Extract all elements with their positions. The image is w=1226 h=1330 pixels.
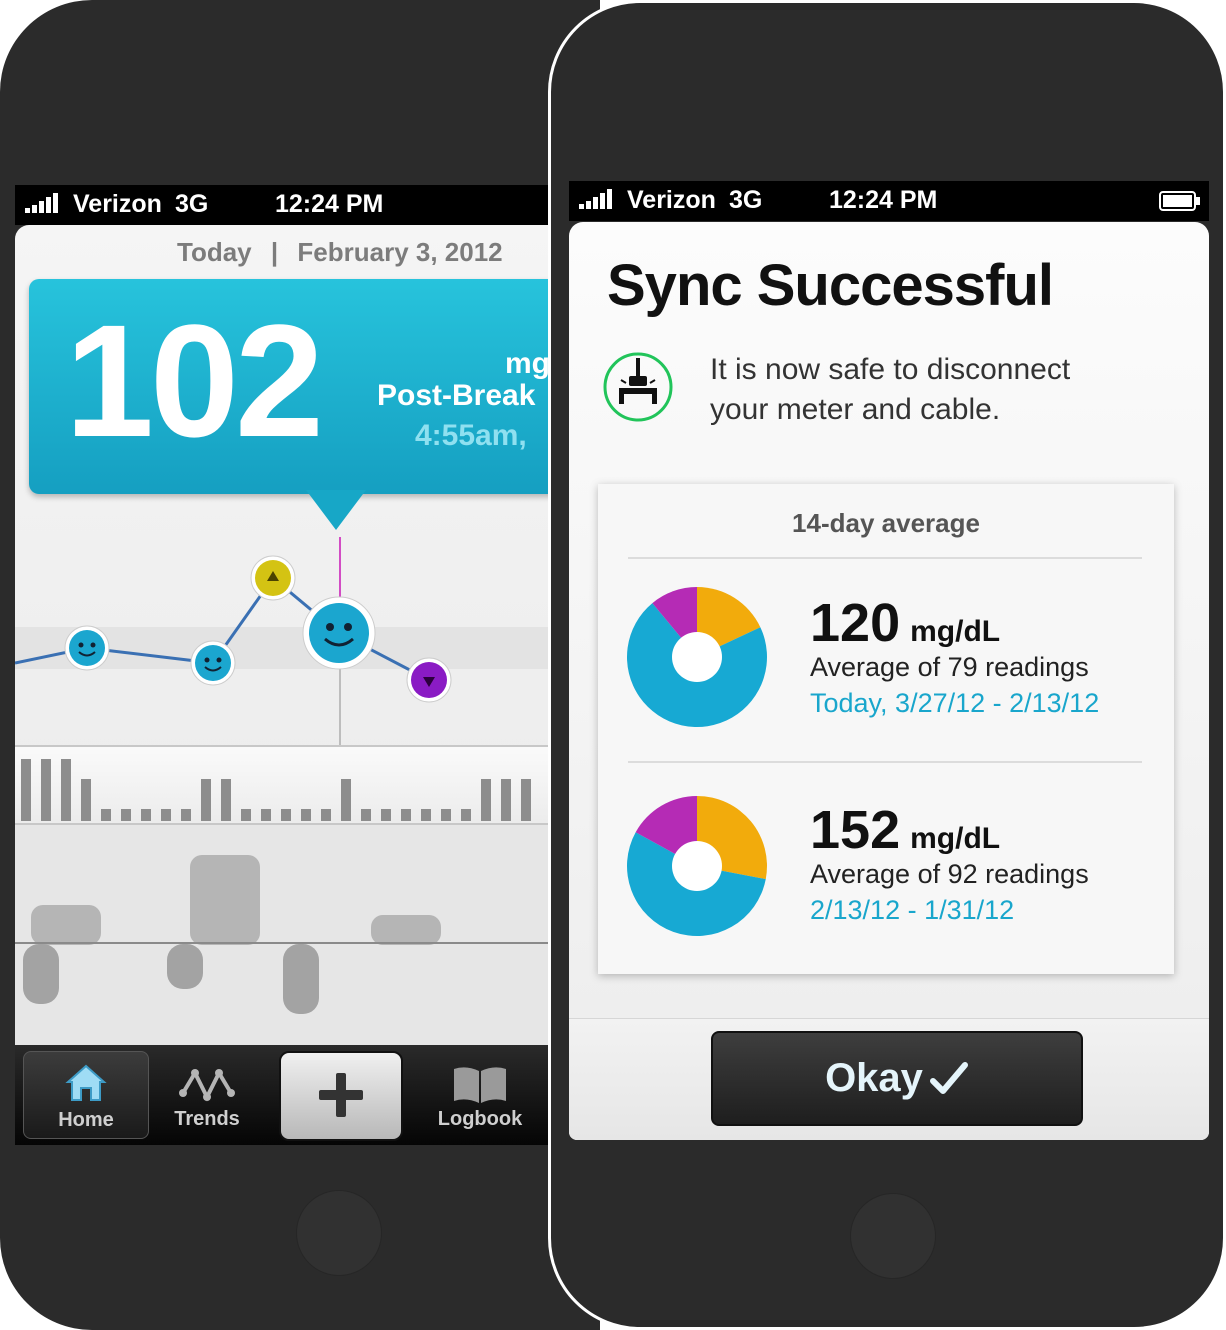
date-label: February 3, 2012 xyxy=(297,237,503,267)
tab-trends-label: Trends xyxy=(174,1108,240,1130)
carrier-name: Verizon xyxy=(627,186,716,214)
day-label: Today xyxy=(177,237,252,267)
average-pie-chart xyxy=(627,796,767,936)
network-type: 3G xyxy=(175,190,209,218)
status-bar: Verizon 3G 12:24 PM xyxy=(569,181,1209,221)
tab-home-label: Home xyxy=(58,1109,114,1131)
trends-icon xyxy=(179,1068,235,1102)
date-range: Today, 3/27/12 - 2/13/12 xyxy=(810,688,1100,718)
reading-time: 4:55am, xyxy=(415,419,527,452)
checkmark-icon xyxy=(929,1061,968,1094)
message-line: your meter and cable. xyxy=(710,393,1001,426)
average-card: 14-day average 120 mg/dL Average of 79 re… xyxy=(598,484,1174,974)
reading-unit: mg xyxy=(505,347,548,380)
tab-home[interactable]: Home xyxy=(23,1051,149,1139)
reading-count: Average of 79 readings xyxy=(810,652,1089,682)
average-number: 120 xyxy=(810,593,901,653)
book-icon xyxy=(454,1067,506,1103)
okay-label: Okay xyxy=(825,1056,923,1100)
carb-bar xyxy=(190,855,260,945)
sync-screen: Sync Successful It is now safe to discon… xyxy=(569,222,1209,1140)
home-hardware-button[interactable] xyxy=(296,1190,382,1276)
glucose-chart xyxy=(15,555,452,703)
pie-hole xyxy=(672,632,722,682)
okay-button[interactable]: Okay xyxy=(711,1031,1083,1126)
baseline xyxy=(15,942,548,944)
activity-bar-chart xyxy=(21,759,531,821)
pie-hole xyxy=(672,841,722,891)
reading-count: Average of 92 readings xyxy=(810,859,1089,889)
reading-low-icon[interactable] xyxy=(406,657,452,703)
average-value: 152 mg/dL xyxy=(810,799,1000,861)
signal-icon xyxy=(579,189,613,209)
insulin-bar xyxy=(283,944,319,1014)
network-type: 3G xyxy=(729,186,763,214)
activity-bars xyxy=(15,747,548,823)
divider xyxy=(628,761,1142,763)
add-entry-button[interactable] xyxy=(279,1051,403,1141)
home-icon xyxy=(65,1064,107,1101)
insulin-bar xyxy=(167,944,203,989)
divider xyxy=(628,557,1142,559)
tab-logbook[interactable]: Logbook xyxy=(425,1051,535,1137)
selected-reading-drop-icon[interactable] xyxy=(302,596,376,670)
carbs-insulin-bars xyxy=(15,855,548,1014)
battery-icon xyxy=(1159,191,1200,211)
carrier-name: Verizon xyxy=(73,190,162,218)
tab-bar: Home Trends Logbook xyxy=(15,1045,548,1145)
signal-icon xyxy=(25,193,59,213)
reading-high-icon[interactable] xyxy=(250,555,296,601)
tab-logbook-label: Logbook xyxy=(437,1108,523,1130)
status-bar: Verizon 3G 12:24 PM xyxy=(15,185,548,225)
message-line: It is now safe to disconnect xyxy=(710,353,1071,386)
date-separator: | xyxy=(270,237,279,267)
carbs-insulin-chart xyxy=(15,825,548,1045)
date-range: 2/13/12 - 1/31/12 xyxy=(810,895,1015,925)
date-header: Today | February 3, 2012 xyxy=(177,237,503,268)
average-unit: mg/dL xyxy=(910,615,1001,648)
average-pie-chart xyxy=(627,587,767,727)
carb-bar xyxy=(371,915,441,945)
meal-tag: Post-Break xyxy=(377,379,536,412)
status-time: 12:24 PM xyxy=(275,190,384,218)
reading-drop-happy-icon[interactable] xyxy=(190,640,236,686)
home-screen: Today | February 3, 2012 102 mg Post-Bre… xyxy=(15,225,548,1045)
home-hardware-button[interactable] xyxy=(850,1193,936,1279)
tab-trends[interactable]: Trends xyxy=(165,1051,249,1137)
reading-value: 102 xyxy=(65,291,324,470)
reading-drop-happy-icon[interactable] xyxy=(64,625,110,671)
page-title: Sync Successful xyxy=(607,253,1054,318)
average-value: 120 mg/dL xyxy=(810,592,1000,654)
reading-callout[interactable]: 102 mg Post-Break 4:55am, xyxy=(29,279,548,494)
card-title: 14-day average xyxy=(792,508,980,538)
average-number: 152 xyxy=(810,800,901,860)
plus-icon xyxy=(319,1073,363,1117)
disconnect-message: It is now safe to disconnect your meter … xyxy=(710,350,1170,430)
status-time: 12:24 PM xyxy=(829,186,938,214)
disconnect-icon xyxy=(603,352,673,422)
callout-pointer xyxy=(306,490,366,530)
carb-bar xyxy=(31,905,101,945)
insulin-bar xyxy=(23,944,59,1004)
average-unit: mg/dL xyxy=(910,822,1001,855)
